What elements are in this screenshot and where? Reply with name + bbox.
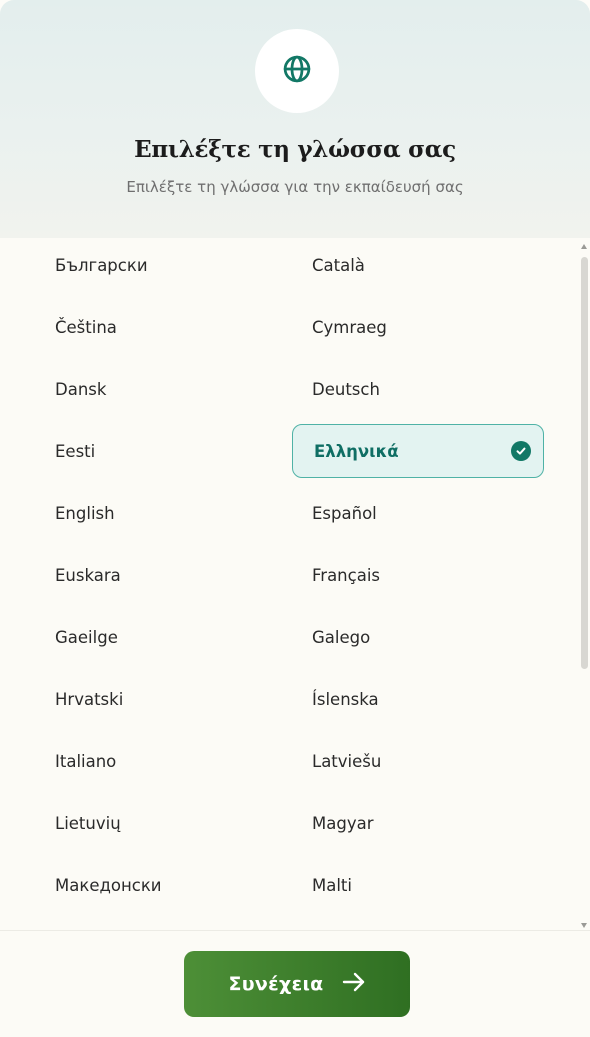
language-option[interactable]: Euskara <box>55 548 277 602</box>
scroll-down-icon[interactable] <box>581 923 587 928</box>
language-option[interactable]: Español <box>312 486 534 540</box>
continue-label: Συνέχεια <box>228 973 324 995</box>
language-option[interactable]: Български <box>55 238 277 292</box>
language-option[interactable]: English <box>55 486 277 540</box>
scrollbar[interactable] <box>578 242 590 930</box>
language-option[interactable]: Македонски <box>55 858 277 912</box>
dialog-footer: Συνέχεια <box>0 930 590 1037</box>
globe-badge <box>255 29 339 113</box>
scroll-thumb[interactable] <box>581 257 588 669</box>
language-label: Ελληνικά <box>314 441 399 461</box>
continue-button[interactable]: Συνέχεια <box>184 951 410 1017</box>
language-option[interactable]: Čeština <box>55 300 277 354</box>
language-option[interactable]: Hrvatski <box>55 672 277 726</box>
language-option[interactable]: Galego <box>312 610 534 664</box>
language-option[interactable]: Malti <box>312 858 534 912</box>
language-option[interactable]: Deutsch <box>312 362 534 416</box>
language-option[interactable]: Magyar <box>312 796 534 850</box>
scroll-up-icon[interactable] <box>581 244 587 249</box>
dialog-header: Επιλέξτε τη γλώσσα σας Επιλέξτε τη γλώσσ… <box>0 0 590 238</box>
language-option[interactable]: Lietuvių <box>55 796 277 850</box>
language-option[interactable]: Dansk <box>55 362 277 416</box>
language-option[interactable]: Français <box>312 548 534 602</box>
arrow-right-icon <box>342 972 366 997</box>
language-option[interactable]: Cymraeg <box>312 300 534 354</box>
check-icon <box>511 441 531 461</box>
language-option[interactable]: Íslenska <box>312 672 534 726</box>
language-list: Български Čeština Dansk Eesti English Euskara… <box>0 238 590 930</box>
globe-icon <box>282 54 312 88</box>
language-option[interactable]: Gaeilge <box>55 610 277 664</box>
language-option[interactable]: Latviešu <box>312 734 534 788</box>
dialog-subtitle: Επιλέξτε τη γλώσσα για την εκπαίδευσή σα… <box>126 178 464 196</box>
language-dialog: Επιλέξτε τη γλώσσα σας Επιλέξτε τη γλώσσ… <box>0 0 590 1037</box>
dialog-title: Επιλέξτε τη γλώσσα σας <box>134 136 456 163</box>
language-option[interactable]: Eesti <box>55 424 277 478</box>
language-option-selected[interactable]: Ελληνικά <box>292 424 544 478</box>
language-option[interactable]: Italiano <box>55 734 277 788</box>
language-option[interactable]: Català <box>312 238 534 292</box>
